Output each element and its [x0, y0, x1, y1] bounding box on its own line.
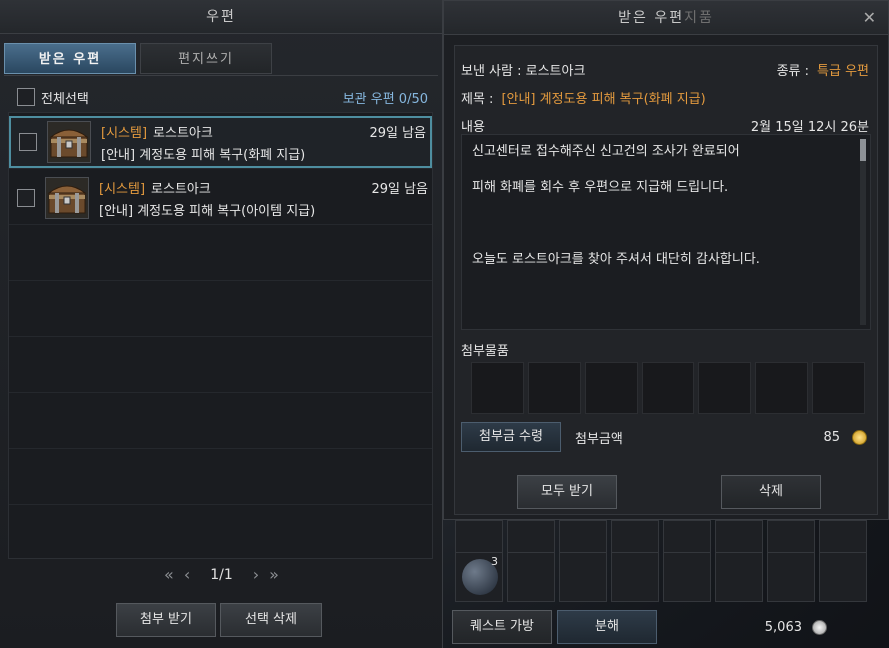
treasure-chest-icon [47, 121, 91, 163]
attach-money-label: 첨부금액 [575, 431, 623, 447]
mailbox-window: 우편 받은 우편 편지쓰기 전체선택 보관 우편 0/50 [시스템] 로스트아… [0, 0, 443, 648]
mail-text: [시스템] 로스트아크 29일 남음 [안내] 계정도용 피해 복구(아이템 지… [99, 176, 432, 220]
select-all-checkbox[interactable] [17, 88, 35, 106]
detail-title-overlap: 지품 [684, 10, 714, 26]
quest-bag-button[interactable]: 퀘스트 가방 [452, 610, 552, 644]
body-line: 피해 화폐를 회수 후 우편으로 지급해 드립니다. [472, 180, 729, 195]
subject-value: [안내] 계정도용 피해 복구(화폐 지급) [501, 92, 706, 107]
select-all-row: 전체선택 보관 우편 0/50 [17, 86, 428, 108]
mail-checkbox[interactable] [17, 189, 35, 207]
mail-sender: 로스트아크 [153, 126, 213, 141]
inventory-slot[interactable] [559, 552, 607, 602]
mail-list: [시스템] 로스트아크 29일 남음 [안내] 계정도용 피해 복구(화폐 지급… [8, 112, 433, 559]
attachment-slots [471, 362, 866, 414]
inventory-bottom-bar: 퀘스트 가방 분해 5,063 [450, 606, 889, 648]
inventory-slot[interactable] [767, 552, 815, 602]
sender-label: 보낸 사람 : 로스트아크 [461, 64, 586, 79]
body-scrollbar[interactable] [860, 139, 866, 325]
silver-coin-icon [812, 619, 827, 635]
receive-attachments-button[interactable]: 첨부 받기 [116, 603, 216, 637]
next-page-icon[interactable]: › [253, 565, 259, 584]
gold-coin-icon [852, 429, 867, 445]
item-stack-count: 3 [491, 555, 498, 568]
type-value: 특급 우편 [817, 64, 869, 79]
inventory-slot[interactable] [819, 552, 867, 602]
mail-checkbox[interactable] [19, 133, 37, 151]
mail-subject: [안내] 계정도용 피해 복구(아이템 지급) [99, 204, 316, 219]
attachments-label: 첨부물품 [461, 344, 509, 359]
inventory-slot-item[interactable]: 3 [455, 552, 503, 602]
attachment-slot[interactable] [471, 362, 524, 414]
mail-detail-panel: 보낸 사람 : 로스트아크 종류 : 특급 우편 제목 : [안내] 계정도용 … [454, 45, 878, 515]
subject-row: 제목 : [안내] 계정도용 피해 복구(화폐 지급) [461, 88, 869, 107]
type-label: 종류 : [776, 64, 810, 79]
attachment-slot[interactable] [641, 362, 695, 414]
attachment-slot[interactable] [755, 362, 809, 414]
prev-page-icon[interactable]: ‹ [184, 565, 190, 584]
attachment-slot[interactable] [698, 362, 752, 414]
tab-write-letter[interactable]: 편지쓰기 [140, 43, 272, 74]
first-page-icon[interactable]: « [164, 565, 174, 584]
receive-money-button[interactable]: 첨부금 수령 [461, 422, 561, 452]
sender-row: 보낸 사람 : 로스트아크 종류 : 특급 우편 [461, 60, 869, 79]
tab-divider [4, 75, 438, 76]
detail-window-title: 받은 우편지품 ✕ [444, 1, 888, 35]
last-page-icon[interactable]: » [269, 565, 279, 584]
mail-date: 2월 15일 12시 26분 [750, 120, 869, 135]
inventory-slot[interactable] [663, 552, 711, 602]
mail-days-left: 29일 남음 [371, 182, 428, 197]
mail-list-item[interactable]: [시스템] 로스트아크 29일 남음 [안내] 계정도용 피해 복구(화폐 지급… [9, 116, 432, 168]
inventory-slot[interactable] [715, 552, 763, 602]
subject-label: 제목 : [461, 92, 494, 107]
close-icon[interactable]: ✕ [863, 1, 878, 35]
mail-body: 신고센터로 접수해주신 신고건의 조사가 완료되어 피해 화폐를 회수 후 우편… [461, 134, 871, 330]
mail-tag: [시스템] [99, 182, 146, 197]
attachment-slot[interactable] [527, 362, 581, 414]
content-label: 내용 [461, 120, 485, 135]
attach-money-row: 첨부금 수령 첨부금액 85 [461, 419, 873, 455]
inventory-peek: 3 [455, 518, 889, 608]
window-title: 우편 [0, 0, 442, 34]
select-all-label: 전체선택 [41, 91, 89, 107]
delete-selected-button[interactable]: 선택 삭제 [220, 603, 322, 637]
mail-detail-window: 받은 우편지품 ✕ 보낸 사람 : 로스트아크 종류 : 특급 우편 제목 : … [443, 0, 889, 520]
mail-text: [시스템] 로스트아크 29일 남음 [안내] 계정도용 피해 복구(화폐 지급… [101, 120, 430, 164]
page-number: 1/1 [210, 566, 233, 583]
storage-count: 보관 우편 0/50 [342, 91, 428, 107]
attachment-slot[interactable] [584, 362, 638, 414]
attachments-header: 첨부물품 [461, 340, 869, 359]
scrollbar-thumb[interactable] [860, 139, 866, 161]
body-line: 신고센터로 접수해주신 신고건의 조사가 완료되어 [472, 144, 740, 159]
mail-tabs: 받은 우편 편지쓰기 [4, 43, 272, 74]
body-line: 오늘도 로스트아크를 찾아 주셔서 대단히 감사합니다. [472, 252, 760, 267]
pagination: « ‹ 1/1 › » [0, 565, 443, 584]
disassemble-button[interactable]: 분해 [557, 610, 657, 644]
content-header-row: 내용 2월 15일 12시 26분 [461, 116, 869, 135]
inventory-slot[interactable] [611, 552, 659, 602]
receive-all-button[interactable]: 모두 받기 [517, 475, 617, 509]
mail-list-item[interactable]: [시스템] 로스트아크 29일 남음 [안내] 계정도용 피해 복구(아이템 지… [9, 172, 432, 224]
silver-amount: 5,063 [764, 619, 802, 635]
mail-sender: 로스트아크 [151, 182, 211, 197]
attachment-slot[interactable] [812, 362, 866, 414]
mail-subject: [안내] 계정도용 피해 복구(화폐 지급) [101, 148, 306, 163]
mail-days-left: 29일 남음 [369, 126, 426, 141]
delete-button[interactable]: 삭제 [721, 475, 821, 509]
treasure-chest-icon [45, 177, 89, 219]
tab-received-mail[interactable]: 받은 우편 [4, 43, 136, 74]
detail-title-text: 받은 우편 [618, 10, 685, 26]
inventory-slot[interactable] [507, 552, 555, 602]
attach-money-value: 85 [823, 429, 840, 445]
mail-tag: [시스템] [101, 126, 148, 141]
